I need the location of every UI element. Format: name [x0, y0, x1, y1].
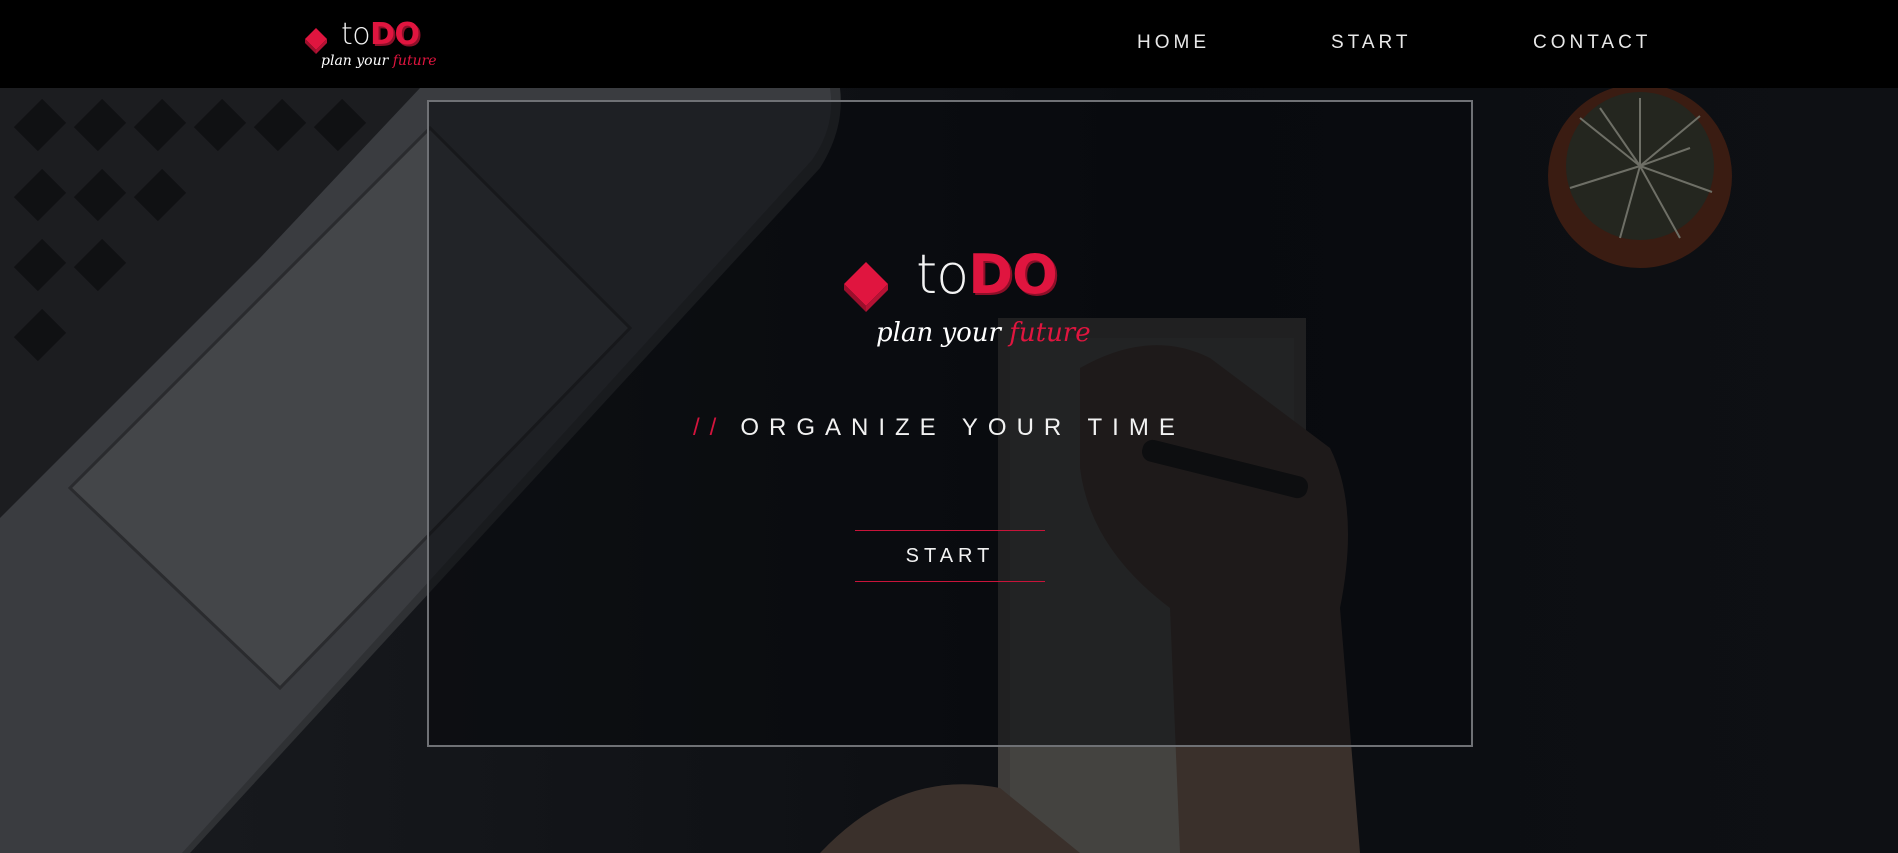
diamond-icon [840, 260, 894, 318]
start-button[interactable]: START [855, 530, 1045, 582]
nav-contact-link[interactable]: CONTACT [1533, 32, 1651, 54]
nav-home-link[interactable]: HOME [1137, 32, 1210, 54]
top-navigation-bar: toDO plan your future HOME START CONTACT [0, 0, 1898, 88]
hero-slogan: // ORGANIZE YOUR TIME [693, 414, 1185, 442]
slogan-prefix: // [693, 414, 727, 441]
logo-tagline: plan your future [321, 53, 437, 69]
nav-start-link[interactable]: START [1331, 32, 1412, 54]
cactus-plant-image [1548, 88, 1732, 268]
logo-wordmark: toDO [341, 17, 420, 52]
hero-logo-tagline: plan your future [876, 318, 1091, 348]
hero-logo-wordmark: toDO [916, 243, 1058, 306]
header-logo[interactable]: toDO plan your future [303, 17, 437, 76]
hero-logo: toDO plan your future [840, 244, 1091, 360]
slogan-text: ORGANIZE YOUR TIME [740, 414, 1185, 441]
